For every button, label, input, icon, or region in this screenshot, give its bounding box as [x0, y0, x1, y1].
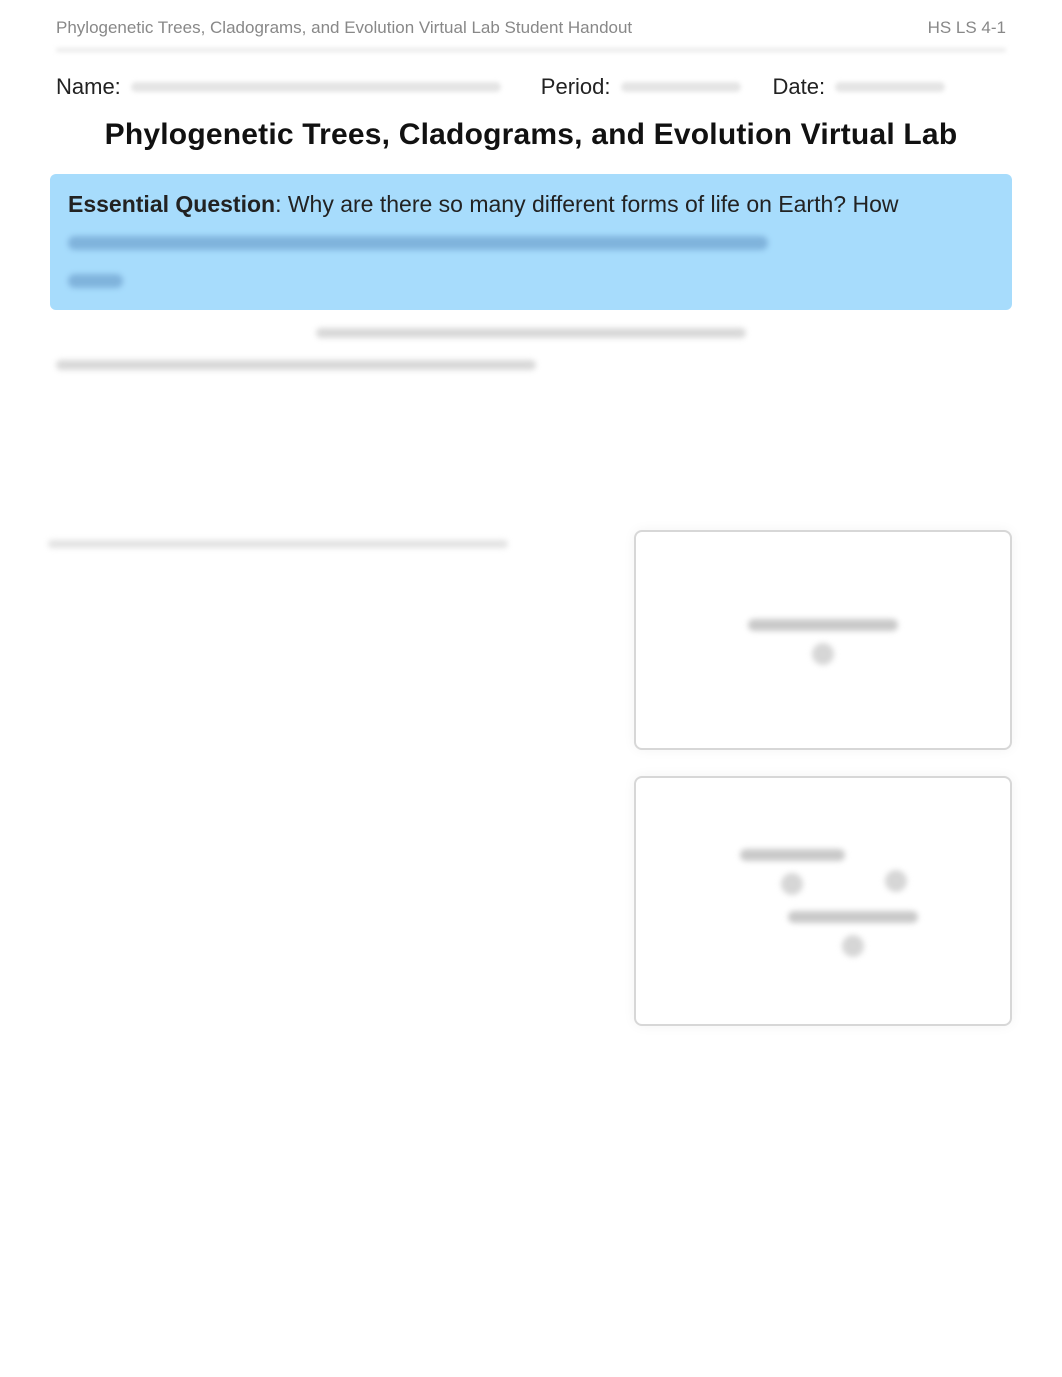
- header-divider: [56, 48, 1006, 52]
- document-header: Phylogenetic Trees, Cladograms, and Evol…: [0, 0, 1062, 48]
- card2-bar-b: [788, 911, 918, 923]
- blurred-line-3: [48, 540, 508, 548]
- placeholder-card-2: [634, 776, 1012, 1026]
- blurred-line-1: [316, 328, 746, 338]
- student-info-row: Name: Period: Date:: [0, 74, 1062, 100]
- card1-bar: [748, 619, 898, 631]
- header-right-code: HS LS 4-1: [928, 18, 1006, 38]
- date-field-underline[interactable]: [835, 82, 945, 92]
- essential-question-box: Essential Question: Why are there so man…: [50, 174, 1012, 310]
- name-label: Name:: [56, 74, 121, 100]
- card1-circle: [812, 643, 834, 665]
- card2-bar-a: [740, 849, 845, 861]
- header-left-text: Phylogenetic Trees, Cladograms, and Evol…: [56, 18, 632, 38]
- essential-question-label: Essential Question: [68, 191, 275, 217]
- essential-question-visible: : Why are there so many different forms …: [275, 191, 898, 217]
- main-title: Phylogenetic Trees, Cladograms, and Evol…: [56, 118, 1006, 152]
- placeholder-card-1: [634, 530, 1012, 750]
- card2-circle-b: [885, 870, 907, 892]
- blurred-line-2: [56, 360, 536, 370]
- essential-question-hidden-line-2: [68, 274, 123, 288]
- card2-circle-a: [781, 873, 803, 895]
- card-area: [634, 530, 1014, 1052]
- period-field-underline[interactable]: [621, 82, 741, 92]
- essential-question-hidden-line-1: [68, 236, 768, 250]
- period-label: Period:: [541, 74, 611, 100]
- date-label: Date:: [773, 74, 826, 100]
- card2-circle-c: [842, 935, 864, 957]
- name-field-underline[interactable]: [131, 82, 501, 92]
